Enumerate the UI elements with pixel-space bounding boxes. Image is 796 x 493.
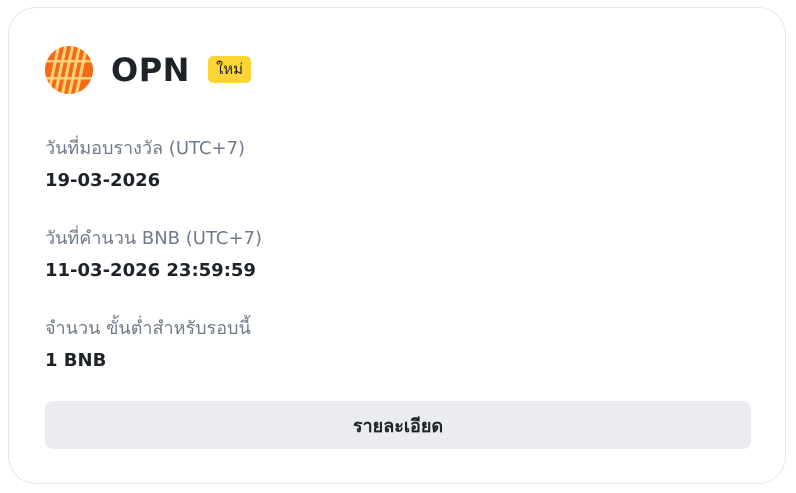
reward-date-label: วันที่มอบรางวัล (UTC+7) — [45, 138, 246, 159]
token-header: OPN ใหม่ — [45, 45, 252, 95]
minimum-amount-value: 1 BNB — [45, 350, 107, 371]
minimum-amount-label: จำนวน ขั้นต่ำสำหรับรอบนี้ — [45, 318, 251, 339]
minimum-amount-field: จำนวน ขั้นต่ำสำหรับรอบนี้ 1 BNB — [45, 318, 251, 372]
snapshot-date-value: 11-03-2026 23:59:59 — [45, 260, 256, 281]
reward-card: OPN ใหม่ วันที่มอบรางวัล (UTC+7) 19-03-2… — [8, 7, 786, 484]
reward-date-field: วันที่มอบรางวัล (UTC+7) 19-03-2026 — [45, 138, 245, 192]
opn-token-icon — [45, 46, 93, 94]
snapshot-date-label: วันที่คำนวน BNB (UTC+7) — [45, 228, 263, 249]
details-button[interactable]: รายละเอียด — [45, 401, 751, 449]
token-name: OPN — [111, 51, 190, 89]
reward-date-value: 19-03-2026 — [45, 170, 161, 191]
new-badge: ใหม่ — [207, 55, 252, 83]
snapshot-date-field: วันที่คำนวน BNB (UTC+7) 11-03-2026 23:59… — [45, 228, 262, 282]
